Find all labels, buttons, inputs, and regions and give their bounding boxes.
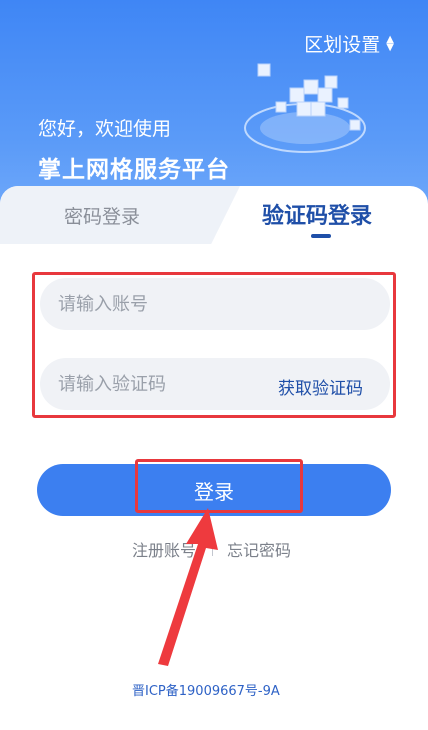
active-tab-indicator bbox=[311, 234, 331, 238]
region-settings-button[interactable]: 区划设置 ▲ ▼ bbox=[304, 30, 394, 57]
login-button[interactable]: 登录 bbox=[37, 464, 391, 516]
tab-password-login[interactable]: 密码登录 bbox=[64, 202, 140, 229]
cube-illustration bbox=[244, 63, 366, 153]
welcome-text: 您好，欢迎使用 bbox=[38, 118, 172, 140]
platform-title: 掌上网格服务平台 bbox=[38, 157, 230, 183]
tab-sms-login[interactable]: 验证码登录 bbox=[262, 198, 372, 230]
login-card bbox=[0, 186, 428, 730]
sort-arrows-icon: ▲ ▼ bbox=[386, 33, 394, 53]
icp-license[interactable]: 晋ICP备19009667号-9A bbox=[132, 680, 280, 699]
forgot-password-link[interactable]: 忘记密码 bbox=[227, 537, 291, 561]
register-link[interactable]: 注册账号 bbox=[132, 537, 196, 561]
highlight-box-fields bbox=[32, 272, 396, 418]
region-settings-label: 区划设置 bbox=[304, 34, 381, 56]
link-divider bbox=[212, 540, 213, 556]
